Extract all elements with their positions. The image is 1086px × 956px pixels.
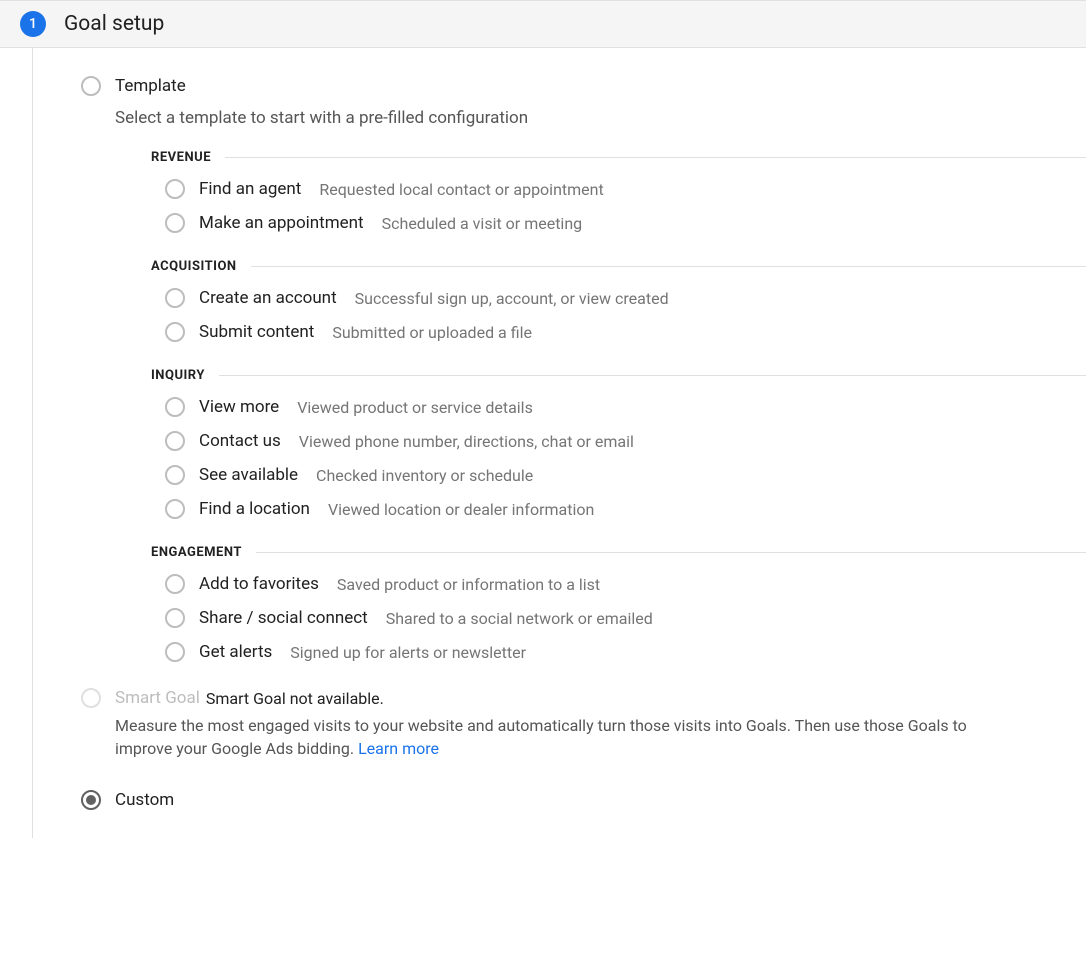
template-option-row: Get alerts Signed up for alerts or newsle…	[165, 642, 1086, 662]
template-option-label: Make an appointment	[199, 213, 364, 233]
group-title: ENGAGEMENT	[151, 545, 242, 560]
radio-template-option[interactable]	[165, 465, 185, 485]
template-option-row: Submit content Submitted or uploaded a fi…	[165, 322, 1086, 342]
template-option-row: Contact us Viewed phone number, direction…	[165, 431, 1086, 451]
template-option-row: View more Viewed product or service detai…	[165, 397, 1086, 417]
radio-template-option[interactable]	[165, 574, 185, 594]
template-option-desc: Successful sign up, account, or view cre…	[355, 289, 669, 308]
template-group: ACQUISITION Create an account Successful s…	[151, 259, 1086, 342]
template-option-row: Add to favorites Saved product or informa…	[165, 574, 1086, 594]
group-header: INQUIRY	[151, 368, 1086, 383]
template-option-row: See available Checked inventory or schedu…	[165, 465, 1086, 485]
template-option-desc: Viewed location or dealer information	[328, 500, 594, 519]
template-helper-text: Select a template to start with a pre-fi…	[115, 108, 1086, 128]
option-template-row: Template	[81, 76, 1086, 96]
radio-template-option[interactable]	[165, 642, 185, 662]
template-option-label: Submit content	[199, 322, 314, 342]
divider	[219, 375, 1086, 376]
radio-template-option[interactable]	[165, 322, 185, 342]
learn-more-link[interactable]: Learn more	[358, 739, 439, 758]
divider	[256, 552, 1086, 553]
radio-template-option[interactable]	[165, 179, 185, 199]
smart-goal-unavailable-text: Smart Goal not available.	[206, 689, 384, 708]
option-smart-goal-label: Smart Goal	[115, 688, 200, 708]
template-option-desc: Checked inventory or schedule	[316, 466, 533, 485]
template-option-desc: Requested local contact or appointment	[319, 180, 603, 199]
template-option-label: Find a location	[199, 499, 310, 519]
template-option-desc: Saved product or information to a list	[337, 575, 600, 594]
template-option-label: Create an account	[199, 288, 337, 308]
template-option-desc: Submitted or uploaded a file	[332, 323, 532, 342]
template-option-label: Share / social connect	[199, 608, 368, 628]
template-option-row: Find a location Viewed location or dealer…	[165, 499, 1086, 519]
step-number-badge: 1	[20, 11, 46, 37]
group-header: ACQUISITION	[151, 259, 1086, 274]
group-title: ACQUISITION	[151, 259, 237, 274]
option-custom-label: Custom	[115, 790, 174, 810]
group-title: INQUIRY	[151, 368, 205, 383]
smart-goal-description: Measure the most engaged visits to your …	[115, 714, 1011, 760]
group-items: Create an account Successful sign up, acc…	[165, 288, 1086, 342]
step-header[interactable]: 1 Goal setup	[0, 0, 1086, 48]
radio-custom[interactable]	[81, 790, 101, 810]
divider	[225, 157, 1086, 158]
template-option-row: Create an account Successful sign up, acc…	[165, 288, 1086, 308]
step-body: Template Select a template to start with…	[32, 48, 1086, 838]
template-group: INQUIRY View more Viewed product or servic…	[151, 368, 1086, 519]
template-option-label: Get alerts	[199, 642, 272, 662]
group-items: Add to favorites Saved product or informa…	[165, 574, 1086, 662]
radio-template-option[interactable]	[165, 397, 185, 417]
group-header: ENGAGEMENT	[151, 545, 1086, 560]
template-option-row: Find an agent Requested local contact or …	[165, 179, 1086, 199]
template-option-label: View more	[199, 397, 279, 417]
radio-smart-goal	[81, 688, 101, 708]
template-option-label: Contact us	[199, 431, 281, 451]
template-group: ENGAGEMENT Add to favorites Saved product …	[151, 545, 1086, 662]
template-option-label: See available	[199, 465, 298, 485]
divider	[251, 266, 1086, 267]
template-groups: REVENUE Find an agent Requested local cont…	[151, 150, 1086, 662]
group-items: Find an agent Requested local contact or …	[165, 179, 1086, 233]
radio-template-option[interactable]	[165, 608, 185, 628]
group-title: REVENUE	[151, 150, 211, 165]
smart-goal-desc-text: Measure the most engaged visits to your …	[115, 716, 967, 758]
option-smart-goal: Smart Goal Smart Goal not available. Mea…	[81, 688, 1011, 760]
template-option-desc: Viewed phone number, directions, chat or…	[299, 432, 634, 451]
radio-template[interactable]	[81, 76, 101, 96]
option-custom-row: Custom	[81, 790, 1086, 810]
option-template-label: Template	[115, 76, 186, 96]
radio-template-option[interactable]	[165, 499, 185, 519]
template-option-row: Share / social connect Shared to a social…	[165, 608, 1086, 628]
group-items: View more Viewed product or service detai…	[165, 397, 1086, 519]
template-option-desc: Viewed product or service details	[297, 398, 533, 417]
radio-template-option[interactable]	[165, 288, 185, 308]
radio-template-option[interactable]	[165, 213, 185, 233]
template-option-desc: Shared to a social network or emailed	[386, 609, 653, 628]
group-header: REVENUE	[151, 150, 1086, 165]
template-option-row: Make an appointment Scheduled a visit or …	[165, 213, 1086, 233]
radio-template-option[interactable]	[165, 431, 185, 451]
template-option-desc: Signed up for alerts or newsletter	[290, 643, 526, 662]
template-group: REVENUE Find an agent Requested local cont…	[151, 150, 1086, 233]
step-title: Goal setup	[64, 12, 164, 36]
template-option-label: Find an agent	[199, 179, 301, 199]
template-option-desc: Scheduled a visit or meeting	[382, 214, 583, 233]
template-option-label: Add to favorites	[199, 574, 319, 594]
